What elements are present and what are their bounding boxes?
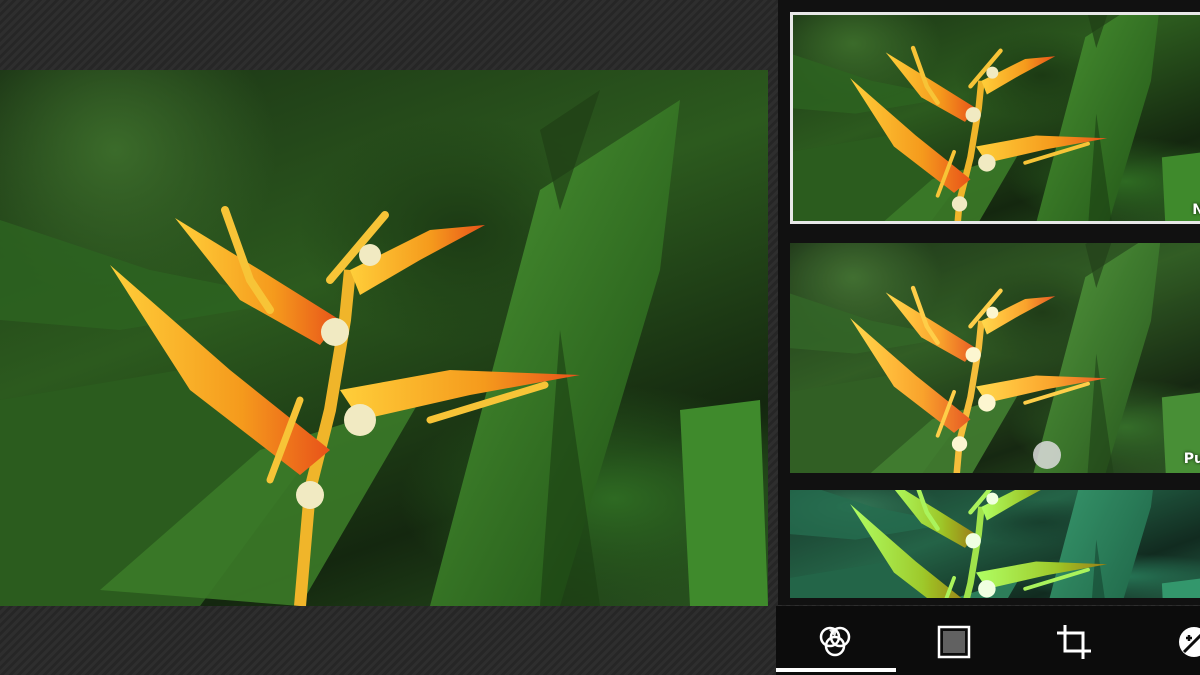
filter-thumb-image [790, 243, 1200, 473]
crop-icon [1057, 625, 1091, 659]
filter-thumb-pu[interactable]: Pu [790, 243, 1200, 473]
adjust-tool-button[interactable] [1164, 616, 1200, 668]
filter-thumb-label: N [1192, 202, 1200, 218]
active-tab-indicator [776, 668, 896, 672]
frame-icon [937, 625, 971, 659]
filter-thumb-image [790, 490, 1200, 598]
filter-thumb-image [790, 12, 1200, 224]
scroll-handle[interactable] [1033, 441, 1061, 469]
filters-icon [819, 626, 851, 657]
filter-panel[interactable]: N Pu [778, 0, 1200, 605]
edit-toolbar [776, 606, 1200, 675]
filter-thumb-normal[interactable]: N [790, 12, 1200, 224]
frame-tool-button[interactable] [924, 616, 984, 668]
filters-tool-button[interactable] [805, 616, 865, 668]
filter-thumb-label: Pu [1183, 451, 1200, 467]
filter-thumb-3[interactable] [790, 490, 1200, 598]
adjust-icon [1179, 627, 1200, 657]
flower-photo [0, 70, 768, 606]
main-photo-preview [0, 70, 768, 606]
crop-tool-button[interactable] [1044, 616, 1104, 668]
